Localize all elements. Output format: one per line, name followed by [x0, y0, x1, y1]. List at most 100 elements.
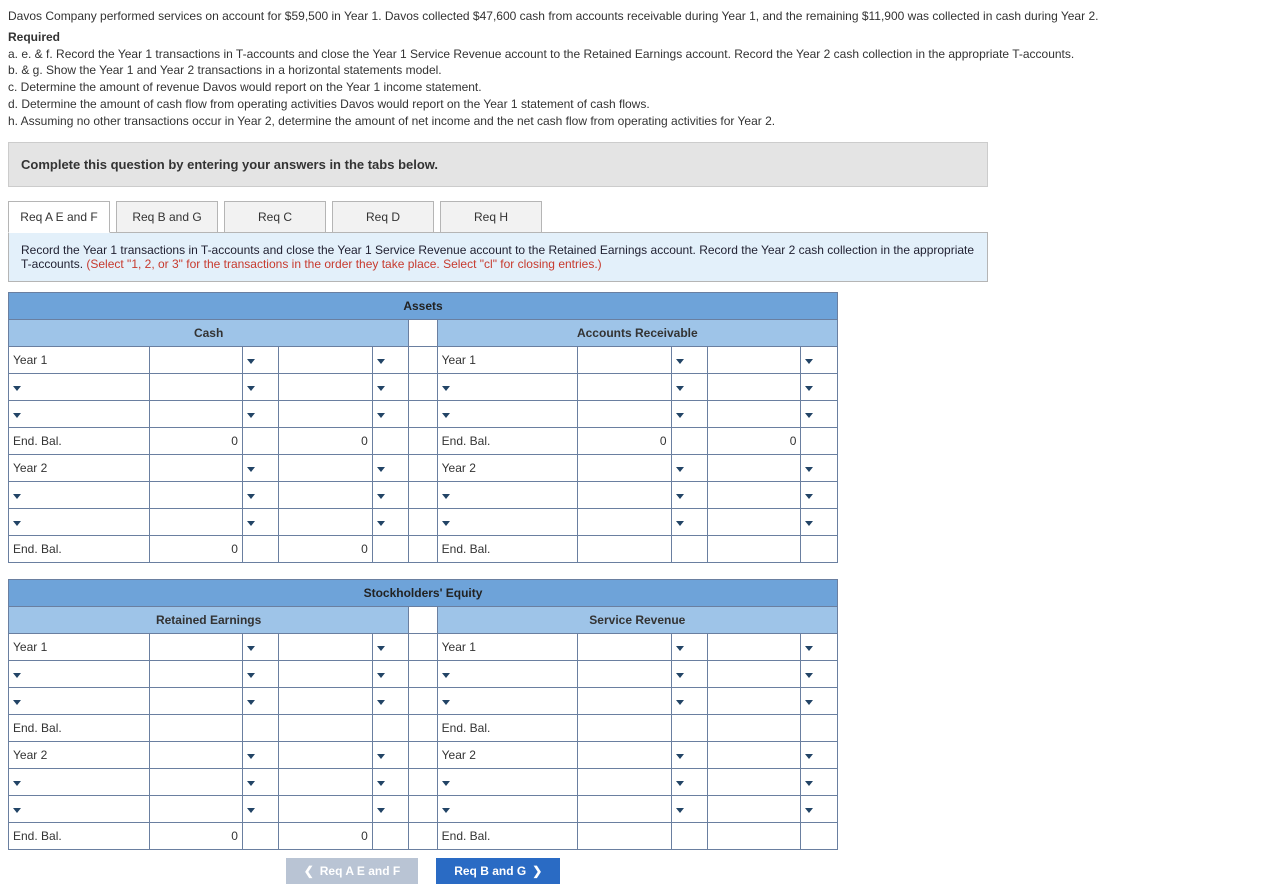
sr-y2-credit[interactable]: [708, 741, 801, 768]
re-y1-r3-credit[interactable]: [279, 687, 372, 714]
sr-y2-r2-co[interactable]: [801, 768, 838, 795]
cash-y2-co[interactable]: [372, 454, 409, 481]
sr-y2-r2-do[interactable]: [671, 768, 708, 795]
tab-req-c[interactable]: Req C: [224, 201, 326, 233]
re-y2-r3-debit[interactable]: [149, 795, 242, 822]
re-y2-row2-label[interactable]: [9, 768, 150, 795]
re-y2-r3-do[interactable]: [242, 795, 279, 822]
ar-y1-r2-credit[interactable]: [708, 373, 801, 400]
cash-y1-debit[interactable]: [149, 346, 242, 373]
re-y2-r2-co[interactable]: [372, 768, 409, 795]
sr-y1-do[interactable]: [671, 633, 708, 660]
ar-y2-r2-co[interactable]: [801, 481, 838, 508]
cash-y1-debit-order[interactable]: [242, 346, 279, 373]
sr-y2-r3-debit[interactable]: [578, 795, 671, 822]
sr-y1-row3-label[interactable]: [437, 687, 578, 714]
sr-y2-r2-debit[interactable]: [578, 768, 671, 795]
sr-y1-debit[interactable]: [578, 633, 671, 660]
ar-y2-do[interactable]: [671, 454, 708, 481]
cash-y1-row3-label[interactable]: [9, 400, 150, 427]
sr-y1-r3-debit[interactable]: [578, 687, 671, 714]
cash-y1-credit[interactable]: [279, 346, 372, 373]
ar-y1-r2-do[interactable]: [671, 373, 708, 400]
ar-y2-r3-credit[interactable]: [708, 508, 801, 535]
re-y1-credit[interactable]: [279, 633, 372, 660]
sr-y1-row2-label[interactable]: [437, 660, 578, 687]
sr-y1-r3-do[interactable]: [671, 687, 708, 714]
re-y1-r2-credit[interactable]: [279, 660, 372, 687]
re-y2-r3-credit[interactable]: [279, 795, 372, 822]
re-y1-r2-co[interactable]: [372, 660, 409, 687]
sr-y1-r3-co[interactable]: [801, 687, 838, 714]
ar-y2-r2-do[interactable]: [671, 481, 708, 508]
prev-tab-button[interactable]: ❮ Req A E and F: [286, 858, 419, 884]
sr-y1-r2-credit[interactable]: [708, 660, 801, 687]
ar-y2-debit[interactable]: [578, 454, 671, 481]
re-y2-r3-co[interactable]: [372, 795, 409, 822]
ar-y1-r2-debit[interactable]: [578, 373, 671, 400]
cash-y2-row2-label[interactable]: [9, 481, 150, 508]
re-y1-row3-label[interactable]: [9, 687, 150, 714]
re-y2-do[interactable]: [242, 741, 279, 768]
cash-y1-r3-debit[interactable]: [149, 400, 242, 427]
sr-y1-r2-debit[interactable]: [578, 660, 671, 687]
ar-y2-row2-label[interactable]: [437, 481, 578, 508]
sr-y1-co[interactable]: [801, 633, 838, 660]
cash-y1-r2-co[interactable]: [372, 373, 409, 400]
cash-y1-r2-debit[interactable]: [149, 373, 242, 400]
cash-y1-r3-co[interactable]: [372, 400, 409, 427]
tab-req-b-g[interactable]: Req B and G: [116, 201, 218, 233]
ar-y2-r2-debit[interactable]: [578, 481, 671, 508]
sr-y2-co[interactable]: [801, 741, 838, 768]
cash-y1-r3-do[interactable]: [242, 400, 279, 427]
re-y2-row3-label[interactable]: [9, 795, 150, 822]
ar-y1-debit[interactable]: [578, 346, 671, 373]
re-y2-r2-do[interactable]: [242, 768, 279, 795]
ar-y1-r3-debit[interactable]: [578, 400, 671, 427]
re-y1-row2-label[interactable]: [9, 660, 150, 687]
cash-y2-r3-co[interactable]: [372, 508, 409, 535]
sr-y2-row2-label[interactable]: [437, 768, 578, 795]
ar-y1-r3-co[interactable]: [801, 400, 838, 427]
cash-y1-r2-do[interactable]: [242, 373, 279, 400]
cash-y2-r2-debit[interactable]: [149, 481, 242, 508]
ar-y1-r2-co[interactable]: [801, 373, 838, 400]
ar-y1-credit-order[interactable]: [801, 346, 838, 373]
cash-y2-r3-credit[interactable]: [279, 508, 372, 535]
ar-y1-debit-order[interactable]: [671, 346, 708, 373]
cash-y2-debit[interactable]: [149, 454, 242, 481]
tab-req-a-e-f[interactable]: Req A E and F: [8, 201, 110, 233]
ar-y1-r3-credit[interactable]: [708, 400, 801, 427]
sr-y2-r3-co[interactable]: [801, 795, 838, 822]
ar-y1-row3-label[interactable]: [437, 400, 578, 427]
ar-y2-row3-label[interactable]: [437, 508, 578, 535]
cash-y2-r2-credit[interactable]: [279, 481, 372, 508]
sr-y1-r2-co[interactable]: [801, 660, 838, 687]
ar-y2-r3-debit[interactable]: [578, 508, 671, 535]
sr-y2-r3-credit[interactable]: [708, 795, 801, 822]
sr-y2-debit[interactable]: [578, 741, 671, 768]
re-y2-credit[interactable]: [279, 741, 372, 768]
sr-y1-credit[interactable]: [708, 633, 801, 660]
ar-y2-co[interactable]: [801, 454, 838, 481]
cash-y2-row3-label[interactable]: [9, 508, 150, 535]
tab-req-d[interactable]: Req D: [332, 201, 434, 233]
ar-y1-credit[interactable]: [708, 346, 801, 373]
re-y1-do[interactable]: [242, 633, 279, 660]
sr-y2-r3-do[interactable]: [671, 795, 708, 822]
re-y1-r3-do[interactable]: [242, 687, 279, 714]
ar-y1-row2-label[interactable]: [437, 373, 578, 400]
cash-y2-do[interactable]: [242, 454, 279, 481]
re-y1-r2-do[interactable]: [242, 660, 279, 687]
sr-y2-do[interactable]: [671, 741, 708, 768]
cash-y2-r3-do[interactable]: [242, 508, 279, 535]
cash-y1-credit-order[interactable]: [372, 346, 409, 373]
re-y1-debit[interactable]: [149, 633, 242, 660]
sr-y2-r2-credit[interactable]: [708, 768, 801, 795]
re-y2-co[interactable]: [372, 741, 409, 768]
sr-y1-r3-credit[interactable]: [708, 687, 801, 714]
cash-y1-r2-credit[interactable]: [279, 373, 372, 400]
re-y2-debit[interactable]: [149, 741, 242, 768]
ar-y2-r3-co[interactable]: [801, 508, 838, 535]
re-y1-r2-debit[interactable]: [149, 660, 242, 687]
